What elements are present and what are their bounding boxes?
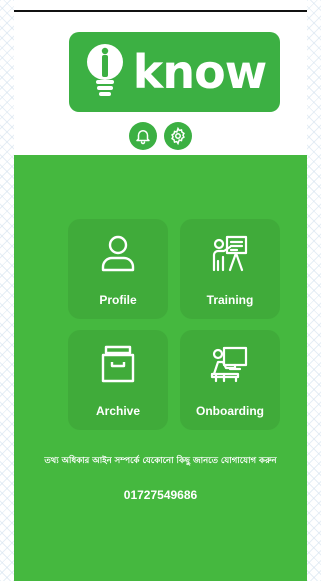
archive-box-icon (101, 345, 135, 383)
gear-icon (171, 127, 185, 145)
main-panel: Profile Training Archive Onboarding তথ্য… (14, 155, 307, 581)
profile-tile[interactable]: Profile (68, 219, 168, 319)
desk-computer-icon (210, 346, 248, 383)
contact-phone[interactable]: 01727549686 (14, 488, 307, 502)
training-label: Training (206, 293, 254, 307)
onboarding-label: Onboarding (196, 404, 264, 418)
user-icon (101, 235, 135, 272)
presentation-icon (212, 235, 248, 272)
bell-icon (136, 130, 150, 145)
profile-label: Profile (99, 293, 137, 307)
top-divider (14, 10, 307, 12)
settings-button[interactable] (164, 122, 192, 150)
lightbulb-icon (86, 44, 123, 96)
training-tile[interactable]: Training (180, 219, 280, 319)
logo-text: know (132, 45, 267, 99)
app-screen: know Profile Training Archive Onboarding… (14, 0, 307, 581)
archive-tile[interactable]: Archive (68, 330, 168, 430)
onboarding-tile[interactable]: Onboarding (180, 330, 280, 430)
archive-label: Archive (95, 404, 141, 418)
contact-note: তথ্য অধিকার আইন সম্পর্কে যেকোনো কিছু জান… (44, 456, 277, 466)
notifications-button[interactable] (129, 122, 157, 150)
header-actions (14, 122, 307, 150)
app-logo: know (69, 32, 280, 112)
